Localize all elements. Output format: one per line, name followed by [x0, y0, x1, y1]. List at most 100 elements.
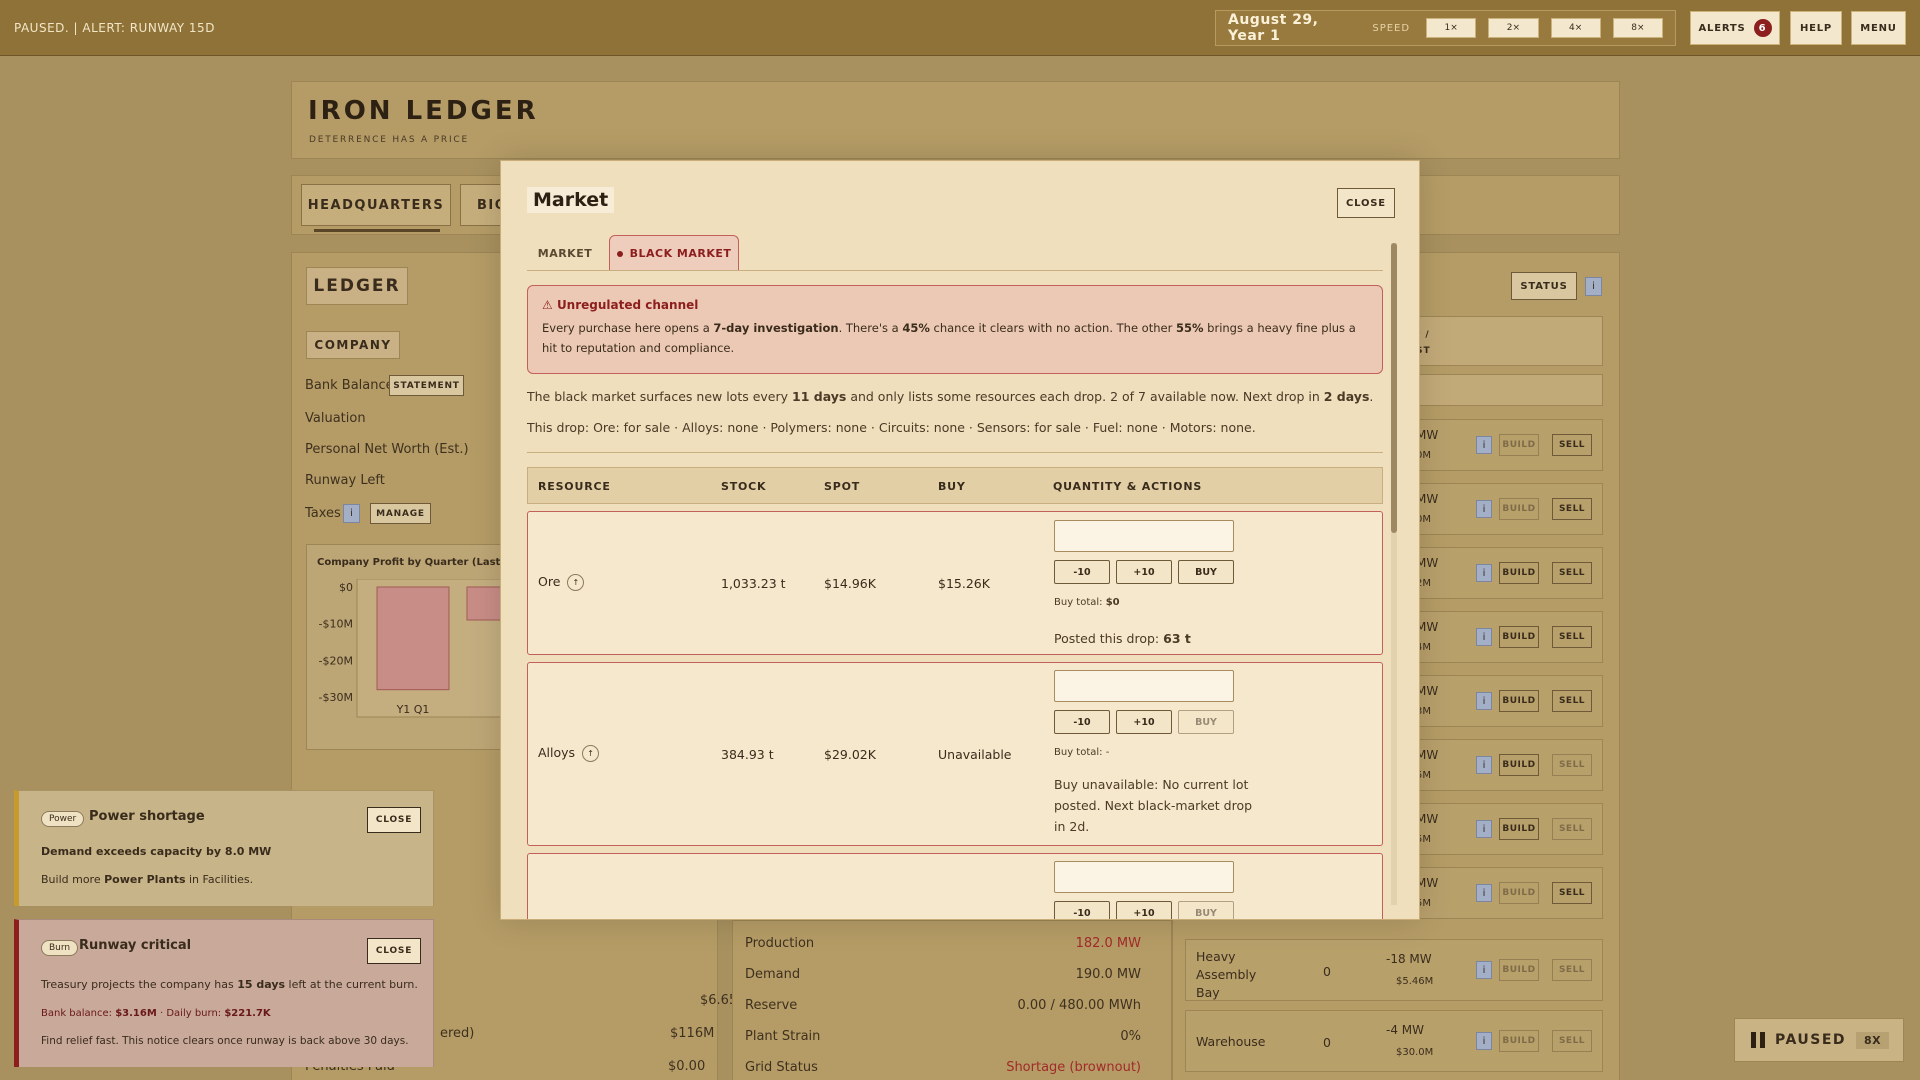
toast-text-bold: 15 days: [237, 978, 286, 991]
minus-10-button[interactable]: -10: [1054, 560, 1110, 584]
sell-button[interactable]: SELL: [1552, 434, 1592, 456]
paused-indicator[interactable]: PAUSED 8X: [1734, 1018, 1904, 1062]
power-row-label: Grid Status: [745, 1060, 818, 1075]
buy-total-value: $0: [1105, 597, 1120, 608]
status-button[interactable]: STATUS: [1511, 272, 1577, 300]
quantity-input[interactable]: [1054, 670, 1234, 702]
trend-icon[interactable]: ↑: [582, 745, 600, 762]
manage-taxes-button[interactable]: MANAGE: [370, 503, 431, 524]
build-button[interactable]: BUILD: [1499, 690, 1539, 712]
facility-cost: $30.0M: [1396, 1047, 1434, 1058]
facility-mw: -4 MW: [1386, 1023, 1424, 1037]
sell-button[interactable]: SELL: [1552, 754, 1592, 776]
sell-button[interactable]: SELL: [1552, 498, 1592, 520]
taxes-info-icon[interactable]: i: [343, 504, 360, 523]
sell-button[interactable]: SELL: [1552, 1030, 1592, 1052]
col-buy: BUY: [938, 480, 966, 493]
statement-button[interactable]: STATEMENT: [389, 375, 464, 396]
profit-bar: [376, 586, 450, 691]
status-info-icon[interactable]: i: [1585, 277, 1602, 296]
buy-total-label: Buy total:: [1054, 747, 1103, 758]
alerts-count-badge: 6: [1753, 19, 1772, 37]
sell-button[interactable]: SELL: [1552, 562, 1592, 584]
buy-button-disabled[interactable]: BUY: [1178, 901, 1234, 919]
warning-text-bold: 55%: [1175, 321, 1204, 335]
build-button[interactable]: BUILD: [1499, 818, 1539, 840]
menu-button[interactable]: MENU: [1851, 11, 1906, 45]
scrollbar-thumb[interactable]: [1391, 243, 1397, 533]
y-tick-label: $0: [339, 581, 353, 594]
facility-info-icon[interactable]: i: [1476, 1032, 1492, 1050]
facility-row: Heavy Assembly Bay 0 -18 MW $5.46M i BUILD SEL…: [1185, 939, 1603, 1001]
minus-10-button[interactable]: -10: [1054, 710, 1110, 734]
app-title: IRON LEDGER: [308, 96, 539, 126]
spot-price: $29.02K: [824, 747, 876, 762]
facility-info-icon[interactable]: i: [1476, 756, 1492, 774]
toast-close-button[interactable]: CLOSE: [367, 938, 421, 964]
facility-info-icon[interactable]: i: [1476, 500, 1492, 518]
build-button[interactable]: BUILD: [1499, 434, 1539, 456]
sell-button[interactable]: SELL: [1552, 882, 1592, 904]
facility-info-icon[interactable]: i: [1476, 884, 1492, 902]
minus-10-button[interactable]: -10: [1054, 901, 1110, 919]
build-button[interactable]: BUILD: [1499, 754, 1539, 776]
profit-bar-chart: $0 -$10M -$20M -$30M Y1 Q1: [319, 579, 507, 718]
tab-black-market[interactable]: BLACK MARKET: [609, 235, 739, 271]
speed-8x-button[interactable]: 8×: [1612, 18, 1664, 38]
game-date: August 29, Year 1: [1228, 12, 1319, 44]
facility-info-icon[interactable]: i: [1476, 692, 1492, 710]
plus-10-button[interactable]: +10: [1116, 710, 1172, 734]
build-button[interactable]: BUILD: [1499, 562, 1539, 584]
quantity-input[interactable]: [1054, 861, 1234, 893]
facility-info-icon[interactable]: i: [1476, 436, 1492, 454]
trend-icon[interactable]: ↑: [567, 574, 585, 591]
buy-button-disabled[interactable]: BUY: [1178, 710, 1234, 734]
build-button[interactable]: BUILD: [1499, 498, 1539, 520]
buy-total-value: -: [1105, 747, 1110, 758]
help-button[interactable]: HELP: [1790, 11, 1842, 45]
facility-info-icon[interactable]: i: [1476, 820, 1492, 838]
speed-1x-button[interactable]: 1×: [1426, 18, 1477, 38]
facility-info-icon[interactable]: i: [1476, 564, 1492, 582]
app-tagline: DETERRENCE HAS A PRICE: [309, 135, 469, 145]
buy-total: Buy total: $0: [1054, 597, 1120, 608]
build-button[interactable]: BUILD: [1499, 626, 1539, 648]
ledger-value-2: $116M: [670, 1026, 715, 1041]
ledger-heading: LEDGER: [306, 267, 408, 305]
toast-line: Find relief fast. This notice clears onc…: [41, 1035, 409, 1047]
y-tick-label: -$30M: [319, 691, 353, 704]
modal-close-button[interactable]: CLOSE: [1337, 188, 1395, 218]
toast-text: left at the current burn.: [285, 978, 418, 991]
info-part: The black market surfaces new lots every: [527, 389, 792, 404]
tab-headquarters[interactable]: HEADQUARTERS: [301, 184, 451, 226]
warning-text-part: . There's a: [838, 321, 903, 335]
modal-scrollbar[interactable]: [1391, 243, 1397, 905]
toast-text: · Daily burn:: [156, 1008, 225, 1019]
facility-info-icon[interactable]: i: [1476, 961, 1492, 979]
build-button[interactable]: BUILD: [1499, 959, 1539, 981]
plus-10-button[interactable]: +10: [1116, 560, 1172, 584]
toast-close-button[interactable]: CLOSE: [367, 807, 421, 833]
warning-text-part: Every purchase here opens a: [542, 321, 714, 335]
quantity-input[interactable]: [1054, 520, 1234, 552]
company-heading: COMPANY: [306, 331, 400, 359]
toast-text: in Facilities.: [185, 873, 254, 886]
sell-button[interactable]: SELL: [1552, 626, 1592, 648]
sell-button[interactable]: SELL: [1552, 959, 1592, 981]
plus-10-button[interactable]: +10: [1116, 901, 1172, 919]
speed-2x-button[interactable]: 2×: [1488, 18, 1539, 38]
speed-4x-button[interactable]: 4×: [1550, 18, 1601, 38]
build-button[interactable]: BUILD: [1499, 882, 1539, 904]
alerts-button[interactable]: ALERTS 6: [1690, 11, 1780, 45]
sell-button[interactable]: SELL: [1552, 690, 1592, 712]
posted-label: Posted this drop:: [1054, 631, 1160, 646]
tab-market[interactable]: MARKET: [533, 235, 597, 271]
build-button[interactable]: BUILD: [1499, 1030, 1539, 1052]
sell-button[interactable]: SELL: [1552, 818, 1592, 840]
toast-text-bold: $3.16M: [115, 1008, 157, 1019]
y-tick-label: -$10M: [319, 618, 353, 631]
buy-button[interactable]: BUY: [1178, 560, 1234, 584]
facility-info-icon[interactable]: i: [1476, 628, 1492, 646]
chart-title: Company Profit by Quarter (Last 6 Q: [317, 557, 523, 568]
table-header: RESOURCE STOCK SPOT BUY QUANTITY & ACTIO…: [527, 467, 1383, 504]
